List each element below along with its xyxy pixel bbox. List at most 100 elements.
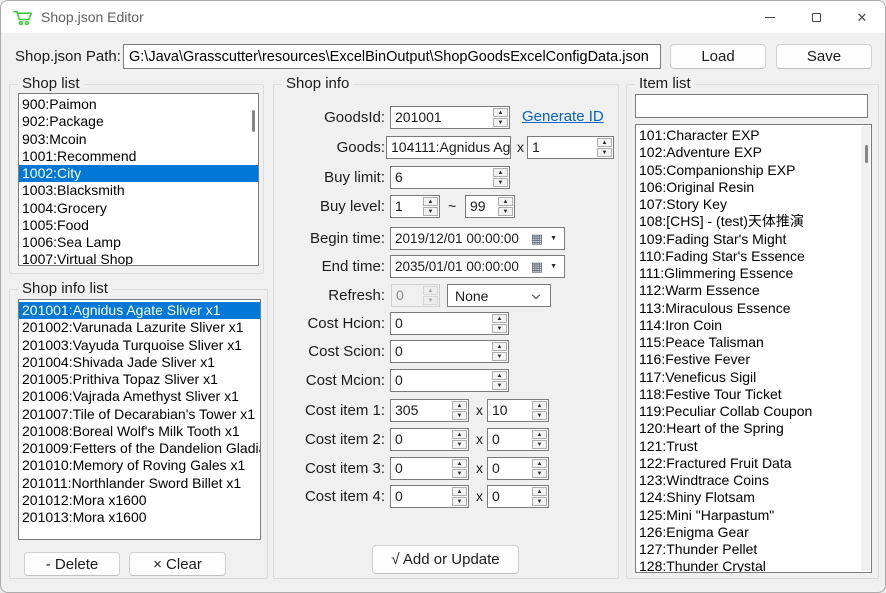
list-item[interactable]: 903:Mcoin <box>19 131 258 148</box>
spinner-down-icon[interactable]: ▼ <box>452 440 467 449</box>
list-item[interactable]: 201008:Boreal Wolf's Milk Tooth x1 <box>19 423 260 440</box>
list-item[interactable]: 201004:Shivada Jade Sliver x1 <box>19 354 260 371</box>
spinner-up-icon[interactable]: ▲ <box>498 197 513 206</box>
spinner-buttons[interactable]: ▲▼ <box>422 196 439 217</box>
list-item[interactable]: 900:Paimon <box>19 96 258 113</box>
list-item[interactable]: 105:Companionship EXP <box>636 162 871 179</box>
spinner-up-icon[interactable]: ▲ <box>532 401 547 410</box>
spinner-down-icon[interactable]: ▼ <box>597 148 612 157</box>
cost-item-2-id-spinner[interactable]: 0 ▲▼ <box>390 428 469 451</box>
add-or-update-button[interactable]: √ Add or Update <box>372 545 519 574</box>
list-item[interactable]: 122:Fractured Fruit Data <box>636 455 871 472</box>
generate-id-link[interactable]: Generate ID <box>522 108 604 125</box>
goods-count-spinner[interactable]: 1 ▲▼ <box>527 136 614 159</box>
spinner-buttons[interactable]: ▲▼ <box>497 196 514 217</box>
list-item[interactable]: 126:Enigma Gear <box>636 524 871 541</box>
shop-info-listbox[interactable]: 201001:Agnidus Agate Sliver x1201002:Var… <box>18 299 261 540</box>
list-item[interactable]: 127:Thunder Pellet <box>636 541 871 558</box>
spinner-up-icon[interactable]: ▲ <box>423 197 438 206</box>
list-item[interactable]: 114:Iron Coin <box>636 317 871 334</box>
cost-item-4-id-spinner[interactable]: 0 ▲▼ <box>390 485 469 508</box>
minimize-button[interactable] <box>747 1 793 33</box>
spinner-buttons[interactable]: ▲▼ <box>531 429 548 450</box>
list-item[interactable]: 201009:Fetters of the Dandelion Gladiato <box>19 440 260 457</box>
list-item[interactable]: 201012:Mora x1600 <box>19 492 260 509</box>
list-item[interactable]: 201005:Prithiva Topaz Sliver x1 <box>19 371 260 388</box>
scrollbar-track[interactable] <box>861 126 870 571</box>
list-item[interactable]: 1003:Blacksmith <box>19 182 258 199</box>
cost-scion-spinner[interactable]: 0 ▲▼ <box>390 340 509 363</box>
cost-item-1-count-spinner[interactable]: 10 ▲▼ <box>487 399 549 422</box>
save-button[interactable]: Save <box>776 44 872 69</box>
end-time-picker[interactable]: 2035/01/01 00:00:00 ▦ ▼ <box>390 255 565 278</box>
list-item[interactable]: 120:Heart of the Spring <box>636 420 871 437</box>
buy-level-max-spinner[interactable]: 99 ▲▼ <box>465 195 515 218</box>
spinner-down-icon[interactable]: ▼ <box>452 411 467 420</box>
item-listbox[interactable]: 101:Character EXP102:Adventure EXP105:Co… <box>635 124 872 573</box>
spinner-buttons[interactable]: ▲▼ <box>531 400 548 421</box>
buy-limit-spinner[interactable]: 6 ▲▼ <box>390 166 510 189</box>
list-item[interactable]: 102:Adventure EXP <box>636 144 871 161</box>
list-item[interactable]: 201011:Northlander Sword Billet x1 <box>19 475 260 492</box>
list-item[interactable]: 116:Festive Fever <box>636 351 871 368</box>
spinner-buttons[interactable]: ▲▼ <box>451 400 468 421</box>
load-button[interactable]: Load <box>670 44 766 69</box>
spinner-down-icon[interactable]: ▼ <box>492 352 507 361</box>
close-button[interactable]: ✕ <box>839 1 885 33</box>
spinner-up-icon[interactable]: ▲ <box>532 487 547 496</box>
spinner-up-icon[interactable]: ▲ <box>492 314 507 323</box>
list-item[interactable]: 108:[CHS] - (test)天体推演 <box>636 213 871 230</box>
cost-item-3-count-spinner[interactable]: 0 ▲▼ <box>487 457 549 480</box>
spinner-up-icon[interactable]: ▲ <box>452 459 467 468</box>
list-item[interactable]: 1006:Sea Lamp <box>19 234 258 251</box>
spinner-buttons[interactable]: ▲▼ <box>531 486 548 507</box>
spinner-up-icon[interactable]: ▲ <box>493 108 508 117</box>
spinner-down-icon[interactable]: ▼ <box>492 324 507 333</box>
list-item[interactable]: 107:Story Key <box>636 196 871 213</box>
goods-field[interactable]: 104111:Agnidus Agate S <box>386 136 511 159</box>
list-item[interactable]: 201001:Agnidus Agate Sliver x1 <box>19 302 260 319</box>
list-item[interactable]: 111:Glimmering Essence <box>636 265 871 282</box>
calendar-icon[interactable]: ▦ <box>531 258 543 275</box>
calendar-icon[interactable]: ▦ <box>531 230 543 247</box>
list-item[interactable]: 117:Veneficus Sigil <box>636 369 871 386</box>
spinner-buttons[interactable]: ▲▼ <box>422 285 439 306</box>
cost-item-1-id-spinner[interactable]: 305 ▲▼ <box>390 399 469 422</box>
spinner-buttons[interactable]: ▲▼ <box>492 107 509 128</box>
spinner-buttons[interactable]: ▲▼ <box>492 167 509 188</box>
list-item[interactable]: 123:Windtrace Coins <box>636 472 871 489</box>
cost-item-4-count-spinner[interactable]: 0 ▲▼ <box>487 485 549 508</box>
cost-hcion-spinner[interactable]: 0 ▲▼ <box>390 312 509 335</box>
list-item[interactable]: 1002:City <box>19 165 258 182</box>
list-item[interactable]: 201010:Memory of Roving Gales x1 <box>19 457 260 474</box>
refresh-type-combobox[interactable]: None <box>447 284 551 307</box>
shop-listbox[interactable]: 900:Paimon902:Package903:Mcoin1001:Recom… <box>18 93 259 266</box>
list-item[interactable]: 201003:Vayuda Turquoise Sliver x1 <box>19 337 260 354</box>
spinner-buttons[interactable]: ▲▼ <box>491 313 508 334</box>
spinner-buttons[interactable]: ▲▼ <box>491 370 508 391</box>
spinner-down-icon[interactable]: ▼ <box>492 381 507 390</box>
delete-button[interactable]: - Delete <box>24 552 120 576</box>
spinner-down-icon[interactable]: ▼ <box>532 497 547 506</box>
spinner-buttons[interactable]: ▲▼ <box>491 341 508 362</box>
list-item[interactable]: 113:Miraculous Essence <box>636 300 871 317</box>
spinner-down-icon[interactable]: ▼ <box>452 469 467 478</box>
spinner-up-icon[interactable]: ▲ <box>452 401 467 410</box>
spinner-down-icon[interactable]: ▼ <box>493 178 508 187</box>
goodsid-spinner[interactable]: 201001 ▲▼ <box>390 106 510 129</box>
spinner-up-icon[interactable]: ▲ <box>492 342 507 351</box>
list-item[interactable]: 902:Package <box>19 113 258 130</box>
clear-button[interactable]: × Clear <box>129 552 226 576</box>
spinner-down-icon[interactable]: ▼ <box>493 118 508 127</box>
list-item[interactable]: 1004:Grocery <box>19 200 258 217</box>
list-item[interactable]: 115:Peace Talisman <box>636 334 871 351</box>
spinner-buttons[interactable]: ▲▼ <box>451 429 468 450</box>
list-item[interactable]: 119:Peculiar Collab Coupon <box>636 403 871 420</box>
list-item[interactable]: 1007:Virtual Shop <box>19 251 258 266</box>
spinner-up-icon[interactable]: ▲ <box>532 430 547 439</box>
list-item[interactable]: 109:Fading Star's Might <box>636 231 871 248</box>
begin-time-picker[interactable]: 2019/12/01 00:00:00 ▦ ▼ <box>390 227 565 250</box>
path-input[interactable] <box>123 44 661 69</box>
list-item[interactable]: 201002:Varunada Lazurite Sliver x1 <box>19 319 260 336</box>
list-item[interactable]: 128:Thunder Crystal <box>636 558 871 573</box>
